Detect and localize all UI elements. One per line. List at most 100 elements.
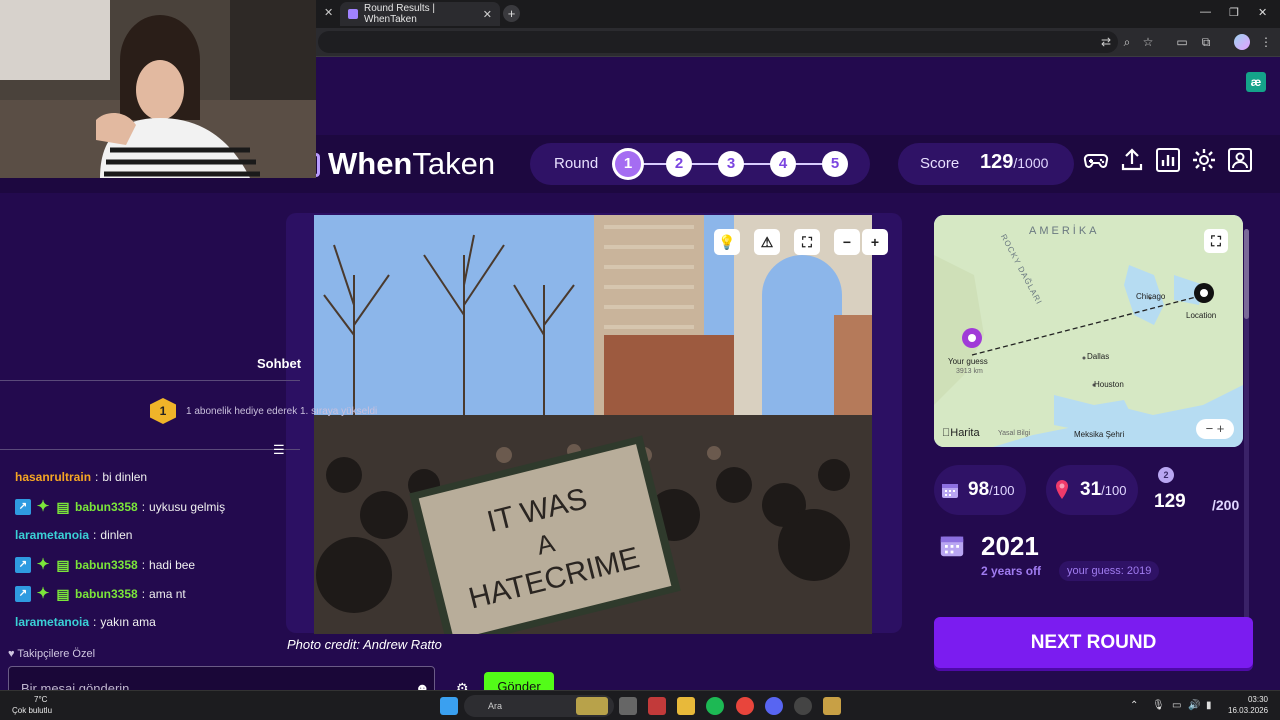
minimize-icon[interactable]: — — [1200, 6, 1211, 18]
round-2[interactable]: 2 — [666, 151, 692, 177]
profile-avatar[interactable] — [1234, 34, 1250, 50]
whentaken-logo[interactable]: WhenTaken — [298, 145, 496, 183]
logo-taken: Taken — [412, 146, 496, 181]
weather-widget[interactable]: 7°C Çok bulutlu — [12, 694, 52, 716]
heart-icon: ♥ — [8, 648, 15, 660]
calendar-icon — [942, 484, 958, 498]
result-map[interactable]: AMERİKA ROCKY DAĞLARI Chicago Location D… — [934, 215, 1243, 447]
battery-icon[interactable]: ▮ — [1206, 700, 1212, 711]
sub-gift-text: 1 abonelik hediye ederek 1. sıraya yükse… — [186, 405, 378, 417]
round-indicator: Round 1 2 3 4 5 — [530, 143, 870, 185]
medal-icon: 2 — [1158, 467, 1174, 483]
chat-title: Sohbet — [257, 356, 302, 371]
chat-message: larametanoia: dinlen — [15, 528, 133, 542]
favicon-icon — [348, 9, 358, 19]
total-points-max: /200 — [1212, 497, 1240, 513]
chat-message: ↗ ✦ ▤ babun3358: ama nt — [15, 586, 186, 602]
puzzle-icon[interactable]: ⧉ — [1198, 34, 1214, 50]
map-label-mexico-city: Meksika Şehri — [1074, 430, 1125, 439]
file-explorer-icon[interactable] — [677, 697, 695, 715]
active-tab[interactable]: Round Results | WhenTaken ✕ — [340, 2, 500, 26]
microphone-icon[interactable]: 🎙 — [1152, 700, 1165, 711]
clock[interactable]: 03:30 16.03.2026 — [1228, 694, 1268, 716]
moderator-badge-icon: ↗ — [15, 557, 31, 573]
subscriber-badge-icon: ▤ — [56, 586, 70, 602]
report-warning-icon[interactable]: ⚠ — [754, 229, 780, 255]
years-off: 2 years off — [981, 564, 1042, 578]
task-view-icon[interactable] — [619, 697, 637, 715]
map-legal-link[interactable]: Yasal Bilgi — [998, 430, 1030, 437]
discord-icon[interactable] — [765, 697, 783, 715]
window-close-icon[interactable]: ✕ — [1258, 6, 1267, 19]
webcam-feed — [0, 0, 316, 178]
map-label-houston: Houston — [1094, 380, 1124, 389]
game-launcher-icon[interactable] — [823, 697, 841, 715]
subscriber-badge-icon: ▤ — [56, 499, 70, 515]
score-value: 129/1000 — [980, 151, 1049, 173]
next-round-button[interactable]: NEXT ROUND — [934, 617, 1253, 668]
steam-icon[interactable] — [794, 697, 812, 715]
omnibox[interactable] — [318, 31, 1118, 53]
tab-title: Round Results | WhenTaken — [364, 3, 435, 25]
map-label-continent: AMERİKA — [1029, 225, 1100, 237]
close-tab-icon[interactable]: ✕ — [483, 8, 492, 21]
chat-divider — [0, 449, 300, 450]
round-1[interactable]: 1 — [615, 151, 641, 177]
diamond-badge-icon: ✦ — [36, 585, 50, 602]
photo-zoom-in-icon[interactable]: + — [862, 229, 888, 255]
volume-icon[interactable]: 🔊 — [1188, 700, 1200, 711]
photo-fullscreen-icon[interactable]: ⛶ — [794, 229, 820, 255]
map-label-your-guess: Your guess — [948, 357, 988, 366]
chat-message: larametanoia: yakın ama — [15, 615, 156, 629]
streamer-webcam — [0, 0, 316, 178]
network-icon[interactable]: ▭ — [1172, 700, 1181, 711]
spotify-icon[interactable] — [706, 697, 724, 715]
map-fullscreen-icon[interactable]: ⛶ — [1204, 229, 1228, 253]
map-canvas — [934, 215, 1243, 447]
extension-ae-icon[interactable]: æ — [1246, 72, 1266, 92]
close-tab-icon[interactable]: ✕ — [324, 6, 333, 19]
maximize-icon[interactable]: ❐ — [1229, 6, 1239, 19]
map-label-dallas: Dallas — [1087, 352, 1110, 361]
chat-message: ↗ ✦ ▤ babun3358: hadi bee — [15, 557, 195, 573]
round-5[interactable]: 5 — [822, 151, 848, 177]
round-photo[interactable]: IT WAS A HATECRIME — [314, 215, 872, 634]
share-icon[interactable] — [1119, 147, 1145, 173]
photo-zoom-out-icon[interactable]: − — [834, 229, 860, 255]
round-3[interactable]: 3 — [718, 151, 744, 177]
map-zoom-controls[interactable]: − + — [1196, 419, 1234, 439]
rank-badge-icon: 1 — [150, 398, 176, 424]
stats-icon[interactable] — [1155, 147, 1181, 173]
year-points-stat: 98/100 — [934, 465, 1026, 515]
new-tab-button[interactable]: + — [503, 5, 520, 22]
logo-when: When — [328, 146, 413, 181]
zoom-icon[interactable]: ⌕ — [1119, 34, 1135, 50]
score-label: Score — [920, 155, 960, 172]
extension-icon[interactable]: ▭ — [1174, 34, 1190, 50]
chrome-icon[interactable] — [736, 697, 754, 715]
total-points-value: 129 — [1154, 491, 1186, 512]
gamepad-icon[interactable] — [1083, 147, 1109, 173]
widget-app-icon[interactable] — [576, 697, 608, 715]
bookmark-star-icon[interactable]: ☆ — [1140, 34, 1156, 50]
chat-collapse-icon[interactable]: ☰ — [273, 442, 285, 458]
moderator-badge-icon: ↗ — [15, 586, 31, 602]
photo-credit: Photo credit: Andrew Ratto — [287, 637, 442, 652]
chat-divider — [0, 380, 300, 381]
tray-chevron-icon[interactable]: ⌃ — [1130, 700, 1138, 711]
hint-lightbulb-icon[interactable]: 💡 — [714, 229, 740, 255]
app-icon[interactable] — [648, 697, 666, 715]
translate-icon[interactable]: ⇄ — [1098, 34, 1114, 50]
windows-taskbar: 7°C Çok bulutlu Ara ⌃ 🎙 ▭ 🔊 ▮ 03:30 16.0… — [0, 690, 1280, 720]
menu-icon[interactable]: ⋮ — [1258, 34, 1274, 50]
profile-icon[interactable] — [1227, 147, 1253, 173]
start-button-icon[interactable] — [440, 697, 458, 715]
right-panel-scrollbar[interactable] — [1244, 229, 1249, 644]
round-label: Round — [554, 155, 599, 172]
score-indicator: Score 129/1000 — [898, 143, 1074, 185]
gear-icon[interactable] — [1191, 147, 1217, 173]
round-4[interactable]: 4 — [770, 151, 796, 177]
diamond-badge-icon: ✦ — [36, 556, 50, 573]
pin-icon — [1056, 480, 1068, 499]
year-calendar-icon — [940, 536, 964, 557]
